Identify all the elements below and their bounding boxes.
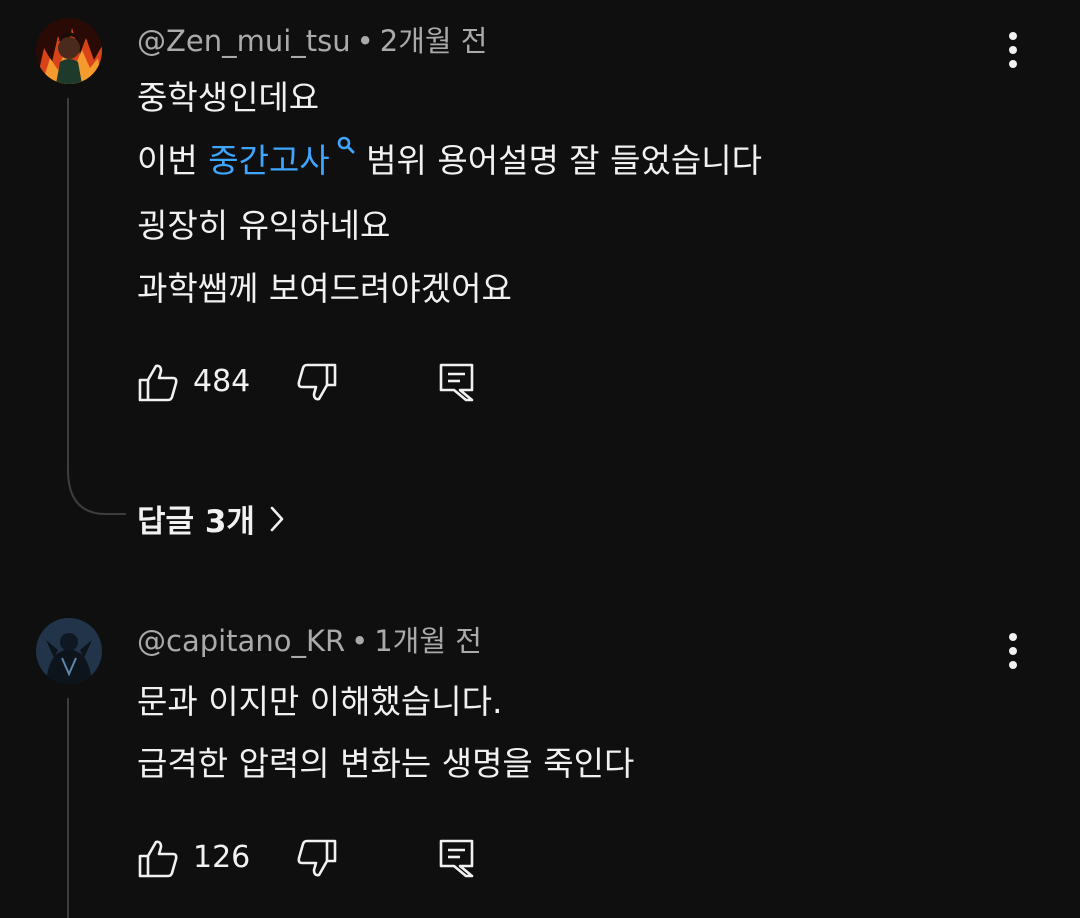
comment-line: 굉장히 유익하네요 [137,206,391,245]
more-vert-icon [1009,633,1017,669]
thread-connector [67,98,69,473]
comment-meta: @capitano_KR • 1개월 전 [137,621,482,661]
comment-time: 1개월 전 [374,624,482,658]
search-link-label: 중간고사 [208,141,330,180]
thumb-up-icon [138,364,178,402]
view-replies-button[interactable]: 답글 3개 [137,496,285,541]
search-icon [337,136,355,154]
meta-separator: • [351,624,369,658]
like-button[interactable]: 484 [137,362,250,402]
dislike-button[interactable] [296,839,338,879]
like-count: 126 [193,840,251,875]
comment-line: 문과 이지만 이해했습니다. [137,682,503,721]
comment-line: 중학생인데요 [137,78,320,117]
thumb-down-icon [297,839,337,877]
comment-line: 이번 중간고사 범위 용어설명 잘 들었습니다 [137,136,762,183]
comment-text: 이번 [137,141,209,180]
thread-connector [67,698,69,918]
dislike-button[interactable] [296,363,338,403]
thumb-down-icon [297,363,337,401]
avatar[interactable] [36,18,102,84]
more-options-button[interactable] [996,626,1030,676]
author-name[interactable]: @capitano_KR [137,624,345,658]
chevron-right-icon [270,506,284,531]
like-button[interactable]: 126 [137,838,250,878]
comment-line: 급격한 압력의 변화는 생명을 죽인다 [137,744,635,783]
author-name[interactable]: @Zen_mui_tsu [137,24,351,58]
comment-1: @Zen_mui_tsu • 2개월 전 중학생인데요 이번 중간고사 범위 용어설… [0,0,1080,560]
reply-button[interactable] [438,362,476,402]
comment-meta: @Zen_mui_tsu • 2개월 전 [137,21,487,61]
avatar[interactable] [36,618,102,684]
thread-connector-curve [67,470,126,515]
like-count: 484 [193,364,251,399]
search-link[interactable]: 중간고사 [208,136,355,180]
replies-label: 답글 3개 [137,504,255,540]
comment-reply-icon [439,363,474,402]
comment-text: 범위 용어설명 잘 들었습니다 [355,141,762,180]
more-options-button[interactable] [996,25,1030,75]
more-vert-icon [1009,32,1017,68]
comment-line: 과학쌤께 보여드려야겠어요 [137,269,512,308]
comment-time: 2개월 전 [379,24,488,58]
reply-button[interactable] [438,838,476,878]
thumb-up-icon [138,840,178,878]
comment-reply-icon [439,839,474,878]
meta-separator: • [356,24,374,58]
